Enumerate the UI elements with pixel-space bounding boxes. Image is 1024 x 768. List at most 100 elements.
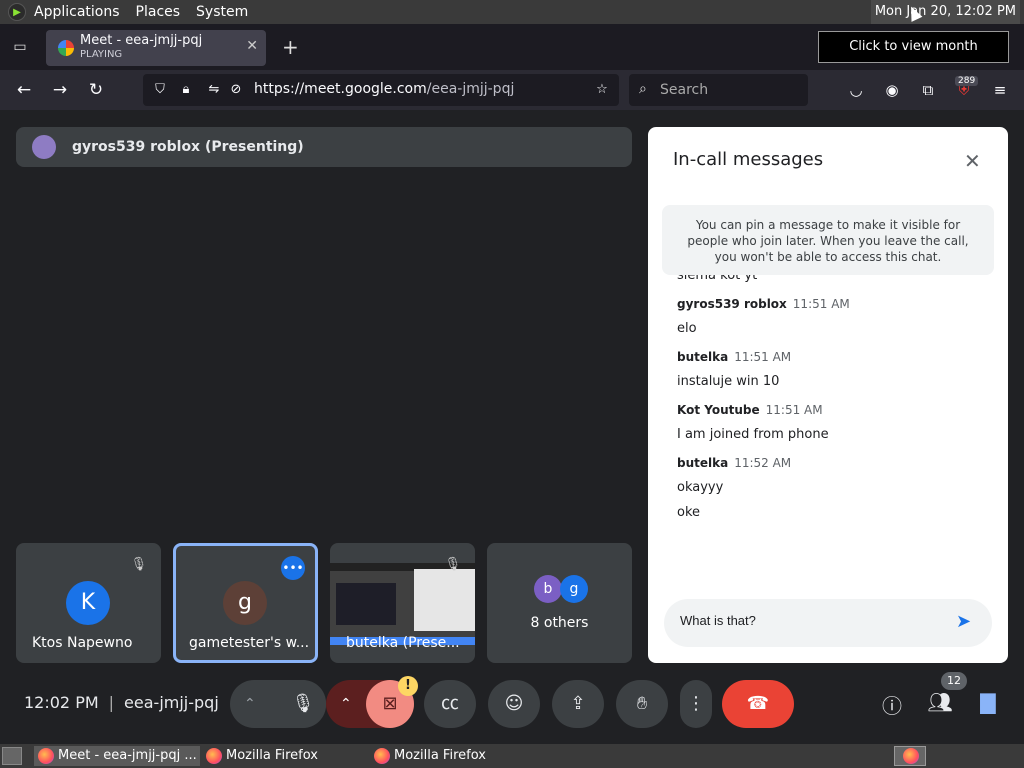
message-time: 11:52 AM [734, 456, 792, 470]
participant-name: butelka (Prese... [346, 635, 460, 651]
chat-icon[interactable]: ▇ [974, 690, 1002, 714]
audio-options-chevron-icon[interactable]: ⌃ [244, 680, 256, 728]
message-group: butelka 11:51 AM instaluje win 10 [677, 350, 987, 389]
message-group: Kot Youtube 11:51 AM I am joined from pho… [677, 403, 987, 442]
participant-name: Ktos Napewno [32, 635, 133, 651]
workspace-switcher[interactable] [894, 746, 926, 766]
more-options-icon[interactable]: ⋮ [680, 680, 712, 728]
screen-share-thumbnail [330, 563, 475, 645]
extensions-icon[interactable]: ⧉ [917, 79, 939, 101]
captions-icon[interactable]: ㏄ [424, 680, 476, 728]
people-count-badge: 12 [941, 672, 967, 690]
taskbar-item-label: Mozilla Firefox [226, 748, 318, 763]
camera-blocked-icon[interactable]: ⊘ [227, 81, 245, 99]
meeting-code[interactable]: eea-jmjj-pqj [124, 693, 219, 712]
participant-name: gametester's w... [189, 635, 310, 651]
reload-icon[interactable]: ↻ [85, 79, 107, 101]
chat-title: In-call messages [673, 149, 824, 170]
chat-input-box[interactable]: ➤ [664, 599, 992, 647]
taskbar-item[interactable]: Meet - eea-jmjj-pqj ... [34, 746, 200, 766]
taskbar-item-label: Meet - eea-jmjj-pqj ... [58, 748, 197, 763]
message-author: butelka [677, 350, 729, 364]
meet-favicon-icon [58, 40, 74, 56]
system-menu[interactable]: System [196, 4, 248, 20]
lock-icon[interactable]: 🔒︎ [177, 81, 195, 99]
tab-close-icon[interactable]: ✕ [246, 38, 258, 54]
warning-icon: ! [398, 676, 418, 696]
message-text: siema kot yt [677, 275, 758, 283]
clock[interactable]: Mon Jan 20, 12:02 PM [870, 0, 1020, 24]
message-group: gyros539 roblox 11:51 AM elo [677, 297, 987, 336]
more-options-icon[interactable]: ••• [281, 556, 305, 580]
others-tile[interactable]: b g 8 others [487, 543, 632, 663]
tab-title: Meet - eea-jmjj-pqj [80, 33, 203, 48]
chat-input[interactable] [680, 613, 940, 628]
firefox-icon [206, 748, 222, 764]
meeting-details-icon[interactable]: ⓘ [878, 690, 906, 719]
taskbar-item[interactable]: Mozilla Firefox [202, 746, 368, 766]
tab-list-icon[interactable]: ▭ [10, 37, 30, 57]
firefox-icon [374, 748, 390, 764]
back-icon[interactable]: ← [13, 79, 35, 101]
others-count: 8 others [530, 615, 589, 631]
mic-icon[interactable]: 🎙︎ [280, 680, 326, 728]
applications-menu-icon[interactable]: ▶ [8, 3, 26, 21]
end-call-icon[interactable]: ☎︎ [722, 680, 794, 728]
message-text: elo [677, 321, 697, 336]
message-author: butelka [677, 456, 729, 470]
message-text: oke [677, 505, 701, 520]
raise-hand-icon[interactable]: ✋︎ [616, 680, 668, 728]
close-icon[interactable]: ✕ [964, 149, 981, 173]
taskbar-item[interactable]: Mozilla Firefox [370, 746, 536, 766]
taskbar-item-label: Mozilla Firefox [394, 748, 486, 763]
meeting-info: 12:02 PM | eea-jmjj-pqj [24, 693, 219, 712]
emoji-icon[interactable]: ☺ [488, 680, 540, 728]
firefox-icon [38, 748, 54, 764]
applications-menu[interactable]: Applications [34, 4, 120, 20]
tab-meet[interactable]: Meet - eea-jmjj-pqj PLAYING ✕ [46, 30, 266, 66]
participant-tile[interactable]: 🎙︎ butelka (Prese... [330, 543, 475, 663]
bookmark-star-icon[interactable]: ☆ [593, 81, 611, 99]
pocket-icon[interactable]: ◡ [845, 79, 867, 101]
video-options-chevron-icon[interactable]: ⌃ [340, 680, 352, 728]
search-placeholder: Search [660, 82, 709, 98]
message-author: gyros539 roblox [677, 297, 787, 311]
shield-icon[interactable]: ⛉ [151, 81, 169, 99]
url-bar[interactable]: ⛉ 🔒︎ ⇋ ⊘ https://meet.google.com/eea-jmj… [143, 74, 619, 106]
present-icon[interactable]: ⇪ [552, 680, 604, 728]
account-icon[interactable]: ◉ [881, 79, 903, 101]
new-tab-icon[interactable]: + [282, 37, 299, 57]
presenting-bar[interactable]: gyros539 roblox (Presenting) [16, 127, 632, 167]
mic-off-icon: 🎙︎ [444, 557, 461, 572]
message-text: okayyy [677, 480, 724, 495]
url-path: /eea-jmjj-pqj [426, 81, 515, 97]
calendar-tooltip: Click to view month calendar [818, 31, 1009, 84]
message-time: 11:51 AM [792, 297, 850, 311]
meeting-time: 12:02 PM [24, 693, 99, 712]
tab-playing-label: PLAYING [80, 49, 123, 60]
message-author: Kot Youtube [677, 403, 760, 417]
avatar: g [223, 581, 267, 625]
message-time: 11:51 AM [734, 350, 792, 364]
send-icon[interactable]: ➤ [956, 611, 971, 632]
message-group: butelka 11:52 AM okayyy oke [677, 456, 987, 520]
nav-bar: ← → ↻ ⛉ 🔒︎ ⇋ ⊘ https://meet.google.com/e… [0, 70, 1024, 110]
extension-badge: 289 [955, 76, 979, 86]
message-text: I am joined from phone [677, 427, 829, 442]
avatar: b [534, 575, 562, 603]
participant-tile[interactable]: ••• g gametester's w... [173, 543, 318, 663]
url-text[interactable]: https://meet.google.com/eea-jmjj-pqj [254, 81, 514, 97]
people-icon[interactable]: 👥︎ [926, 690, 954, 714]
forward-icon[interactable]: → [49, 79, 71, 101]
permissions-icon[interactable]: ⇋ [205, 81, 223, 99]
search-bar[interactable]: ⌕ Search [629, 74, 808, 106]
show-desktop-icon[interactable] [2, 747, 22, 765]
chat-info-notice: You can pin a message to make it visible… [662, 205, 994, 275]
places-menu[interactable]: Places [136, 4, 181, 20]
avatar: K [66, 581, 110, 625]
mic-off-icon: 🎙︎ [130, 557, 147, 572]
participant-tile[interactable]: 🎙︎ K Ktos Napewno [16, 543, 161, 663]
menu-icon[interactable]: ≡ [989, 79, 1011, 101]
url-domain: https://meet.google.com [254, 81, 427, 97]
separator: | [108, 693, 115, 712]
